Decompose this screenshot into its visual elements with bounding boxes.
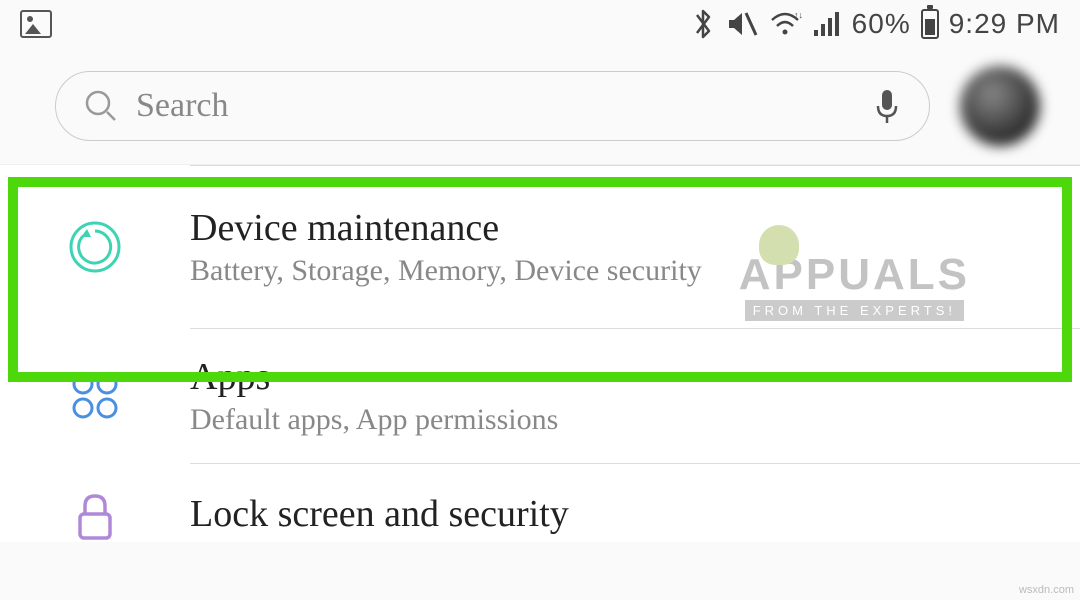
wifi-icon: ↑↓ — [768, 10, 802, 38]
image-notification-icon — [20, 10, 52, 38]
item-title: Apps — [190, 355, 1080, 399]
bluetooth-icon — [690, 9, 716, 39]
settings-item-device-maintenance[interactable]: Device maintenance Battery, Storage, Mem… — [0, 166, 1080, 328]
mute-icon — [726, 9, 758, 39]
search-bar[interactable]: Search — [55, 71, 930, 141]
svg-text:↑↓: ↑↓ — [794, 10, 802, 20]
search-input[interactable]: Search — [136, 87, 873, 125]
item-subtitle: Battery, Storage, Memory, Device securit… — [190, 254, 1080, 288]
item-subtitle: Default apps, App permissions — [190, 403, 1080, 437]
status-bar: ↑↓ 60% 9:29 PM — [0, 0, 1080, 48]
battery-percent: 60% — [852, 8, 911, 40]
item-title: Lock screen and security — [190, 492, 1080, 536]
clock-time: 9:29 PM — [949, 8, 1060, 40]
item-title: Device maintenance — [190, 206, 1080, 250]
maintenance-icon — [65, 217, 125, 277]
avatar[interactable] — [960, 66, 1040, 146]
signal-icon — [812, 10, 842, 38]
mic-icon[interactable] — [873, 86, 901, 126]
battery-icon — [921, 9, 939, 39]
search-row: Search — [0, 48, 1080, 164]
settings-item-apps[interactable]: Apps Default apps, App permissions — [0, 329, 1080, 463]
lock-icon — [71, 490, 119, 542]
apps-icon — [68, 369, 122, 423]
corner-credit: wsxdn.com — [1019, 584, 1074, 596]
settings-list: Device maintenance Battery, Storage, Mem… — [0, 164, 1080, 542]
settings-item-lock-screen[interactable]: Lock screen and security — [0, 464, 1080, 542]
search-icon — [84, 89, 118, 123]
